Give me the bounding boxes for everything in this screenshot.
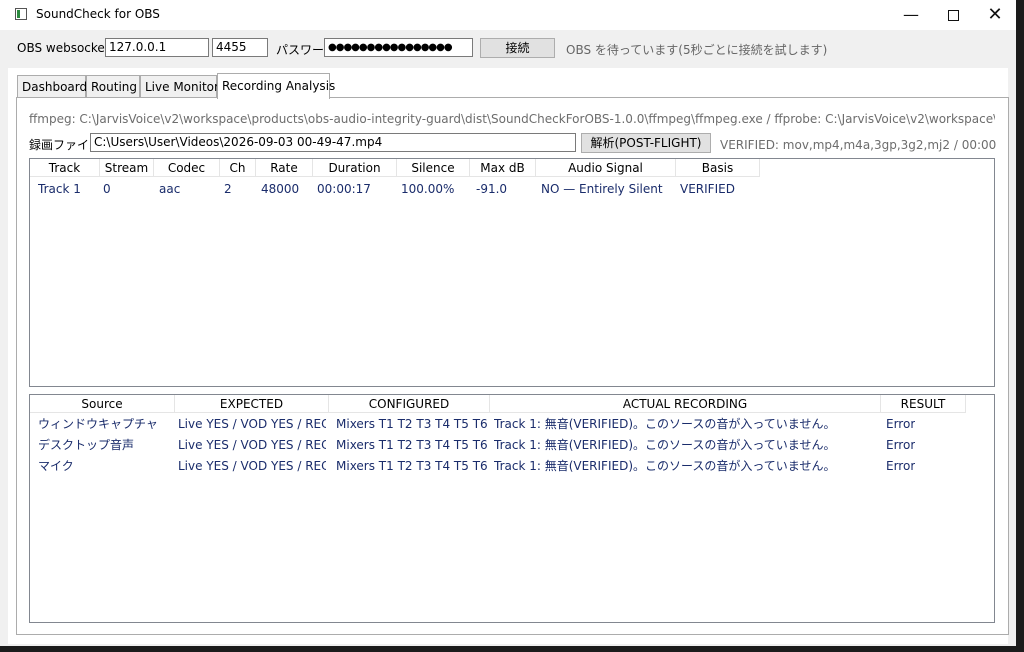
source-cell-actual[interactable]: Track 1: 無音(VERIFIED)。このソースの音が入っていません。 <box>494 435 879 455</box>
col-ch[interactable]: Ch <box>220 159 256 177</box>
close-button[interactable]: ✕ <box>972 0 1016 30</box>
source-cell-configured[interactable]: Mixers T1 T2 T3 T4 T5 T6 <box>336 456 488 476</box>
track-cell-rate[interactable]: 48000 <box>261 179 299 199</box>
source-cell-name[interactable]: デスクトップ音声 <box>38 435 173 455</box>
source-cell-configured[interactable]: Mixers T1 T2 T3 T4 T5 T6 <box>336 435 488 455</box>
track-cell-stream[interactable]: 0 <box>103 179 111 199</box>
track-cell-duration[interactable]: 00:00:17 <box>317 179 371 199</box>
tool-paths-text: ffmpeg: C:\JarvisVoice\v2\workspace\prod… <box>29 112 995 126</box>
sources-table: Source EXPECTED CONFIGURED ACTUAL RECORD… <box>29 394 995 623</box>
tab-dashboard[interactable]: Dashboard <box>17 75 87 97</box>
window-shadow-bottom <box>0 646 1024 652</box>
password-input[interactable]: ●●●●●●●●●●●●●●●● <box>324 38 473 57</box>
col-silence[interactable]: Silence <box>397 159 470 177</box>
window-shadow-right <box>1016 0 1024 652</box>
source-cell-expected[interactable]: Live YES / VOD YES / REC TT <box>178 414 326 434</box>
col-result[interactable]: RESULT <box>881 395 966 413</box>
source-cell-result[interactable]: Error <box>886 435 915 455</box>
col-actual-recording[interactable]: ACTUAL RECORDING <box>490 395 881 413</box>
tab-routing[interactable]: Routing <box>86 75 140 97</box>
websocket-label: OBS websocket <box>17 41 110 55</box>
app-icon <box>15 8 27 20</box>
window-title: SoundCheck for OBS <box>36 7 160 21</box>
col-basis[interactable]: Basis <box>676 159 760 177</box>
maximize-button[interactable] <box>930 0 976 30</box>
col-rate[interactable]: Rate <box>256 159 313 177</box>
source-cell-name[interactable]: ウィンドウキャプチャ <box>38 414 173 434</box>
tab-recording-analysis[interactable]: Recording Analysis <box>217 73 335 99</box>
source-cell-name[interactable]: マイク <box>38 456 173 476</box>
connection-bar: OBS websocket 127.0.0.1 4455 パスワード ●●●●●… <box>0 30 1016 66</box>
source-cell-configured[interactable]: Mixers T1 T2 T3 T4 T5 T6 <box>336 414 488 434</box>
col-duration[interactable]: Duration <box>313 159 397 177</box>
col-stream[interactable]: Stream <box>100 159 154 177</box>
track-cell-silence[interactable]: 100.00% <box>401 179 454 199</box>
track-cell-ch[interactable]: 2 <box>224 179 232 199</box>
tracks-table: Track Stream Codec Ch Rate Duration Sile… <box>29 158 995 387</box>
source-cell-expected[interactable]: Live YES / VOD YES / REC TT <box>178 456 326 476</box>
source-cell-result[interactable]: Error <box>886 456 915 476</box>
col-audio-signal[interactable]: Audio Signal <box>536 159 676 177</box>
verified-info-text: VERIFIED: mov,mp4,m4a,3gp,3g2,mj2 / 00:0… <box>720 138 996 152</box>
col-source[interactable]: Source <box>30 395 175 413</box>
tab-live-monitor[interactable]: Live Monitor <box>140 75 219 97</box>
port-input[interactable]: 4455 <box>212 38 268 57</box>
col-expected[interactable]: EXPECTED <box>175 395 329 413</box>
minimize-button[interactable]: — <box>888 0 934 30</box>
file-path-input[interactable]: C:\Users\User\Videos\2026-09-03 00-49-47… <box>90 133 576 152</box>
track-cell-track[interactable]: Track 1 <box>38 179 81 199</box>
source-cell-actual[interactable]: Track 1: 無音(VERIFIED)。このソースの音が入っていません。 <box>494 414 879 434</box>
track-cell-codec[interactable]: aac <box>159 179 180 199</box>
col-codec[interactable]: Codec <box>154 159 220 177</box>
track-cell-basis[interactable]: VERIFIED <box>680 179 735 199</box>
col-max-db[interactable]: Max dB <box>470 159 536 177</box>
col-configured[interactable]: CONFIGURED <box>329 395 490 413</box>
track-cell-max-db[interactable]: -91.0 <box>476 179 507 199</box>
col-track[interactable]: Track <box>30 159 100 177</box>
source-cell-result[interactable]: Error <box>886 414 915 434</box>
source-cell-expected[interactable]: Live YES / VOD YES / REC TT <box>178 435 326 455</box>
connection-status: OBS を待っています(5秒ごとに接続を試します) <box>566 43 828 57</box>
track-cell-audio-signal[interactable]: NO — Entirely Silent <box>541 179 663 199</box>
title-bar: SoundCheck for OBS — ✕ <box>0 0 1016 30</box>
connect-button[interactable]: 接続 <box>480 38 555 58</box>
maximize-icon <box>947 10 959 21</box>
source-cell-actual[interactable]: Track 1: 無音(VERIFIED)。このソースの音が入っていません。 <box>494 456 879 476</box>
analyze-button[interactable]: 解析(POST-FLIGHT) <box>581 133 711 153</box>
host-input[interactable]: 127.0.0.1 <box>105 38 209 57</box>
